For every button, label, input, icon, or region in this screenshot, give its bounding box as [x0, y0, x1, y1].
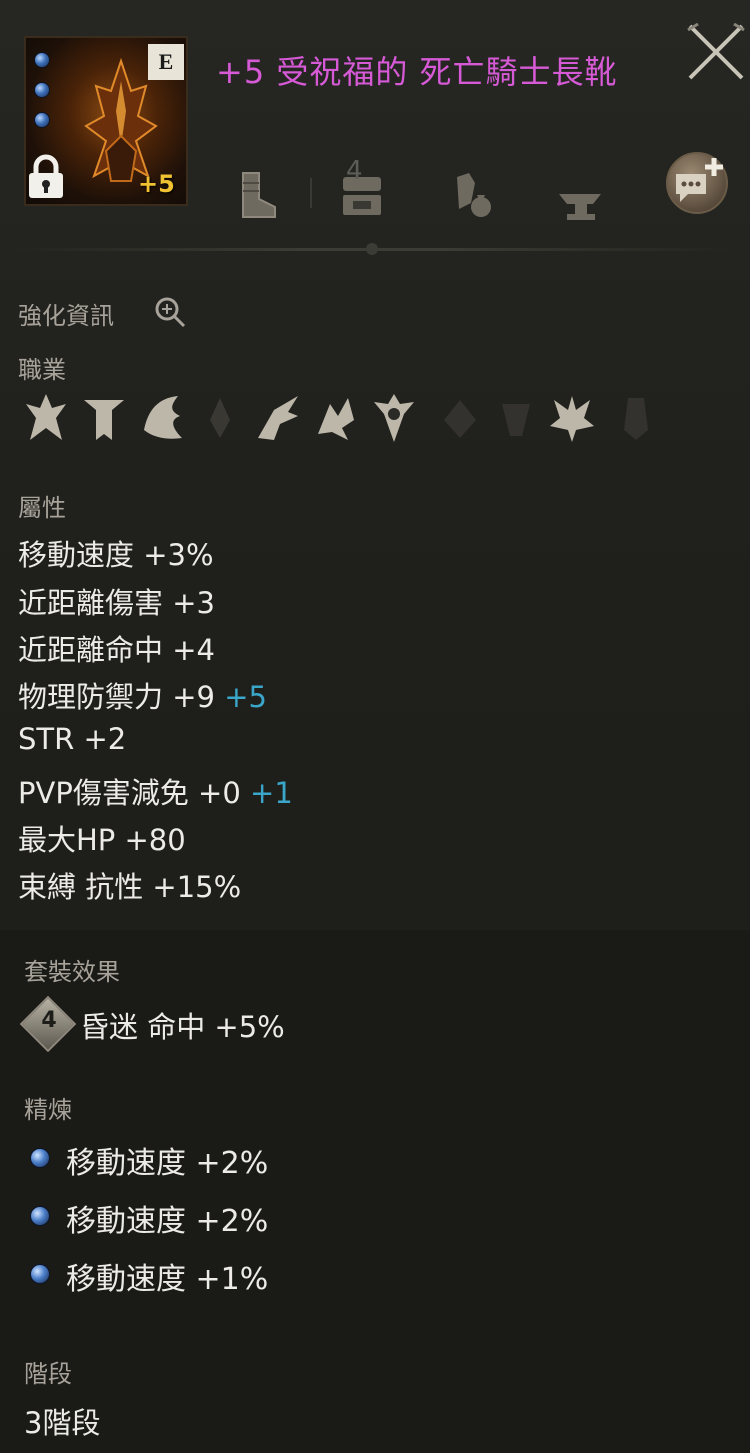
anvil-count: 4 [346, 156, 363, 186]
refine-gem-icon [30, 1148, 50, 1168]
attribute-line: PVP傷害減免 +0 +1 [18, 776, 293, 810]
toolbar-separator [310, 178, 312, 208]
chat-add-button[interactable] [666, 152, 728, 214]
attribute-line: 近距離命中 +4 [18, 633, 215, 667]
attribute-line: STR +2 [18, 722, 127, 756]
set-effect-title: 套裝效果 [24, 958, 120, 986]
refine-gem-icon [30, 1206, 50, 1226]
divider-dot [366, 243, 378, 255]
tier-title: 階段 [24, 1360, 72, 1388]
class-icon-row [22, 390, 662, 450]
set-effect-line: 昏迷 命中 +5% [80, 1010, 285, 1044]
class-icon-5 [258, 396, 298, 440]
lock-icon[interactable] [26, 154, 66, 200]
boots-button[interactable] [226, 160, 286, 230]
enhance-level: +5 [138, 170, 175, 198]
attribute-line: 物理防禦力 +9 +5 [18, 680, 267, 714]
class-icon-6 [318, 398, 354, 440]
socket-gem-icon [34, 82, 50, 98]
refine-line: 移動速度 +2% [66, 1146, 269, 1181]
attributes-title: 屬性 [18, 494, 66, 522]
class-icon-9 [502, 404, 530, 436]
class-icon-1 [26, 394, 66, 440]
close-icon[interactable] [684, 20, 748, 84]
class-title: 職業 [18, 356, 66, 384]
class-icon-2 [84, 400, 124, 440]
attribute-line: 移動速度 +3% [18, 538, 214, 572]
trade-button[interactable] [442, 160, 502, 230]
socket-gem-icon [34, 112, 50, 128]
attribute-line: 束縛 抗性 +15% [18, 870, 242, 904]
item-name: +5 受祝福的 死亡騎士長靴 [216, 53, 618, 91]
refine-line: 移動速度 +2% [66, 1204, 269, 1239]
anvil-button[interactable] [552, 160, 612, 230]
anvil-icon [559, 194, 601, 220]
refine-line: 移動速度 +1% [66, 1262, 269, 1297]
magnify-icon[interactable] [152, 294, 188, 330]
attribute-line: 最大HP +80 [18, 823, 186, 857]
socket-gem-icon [34, 52, 50, 68]
enhance-info-title: 強化資訊 [18, 302, 114, 330]
refine-gem-icon [30, 1264, 50, 1284]
class-icon-3 [144, 396, 182, 439]
class-icon-4 [210, 398, 230, 438]
class-icon-8 [444, 400, 476, 438]
set-count: 4 [41, 1008, 57, 1033]
class-icon-11 [624, 398, 648, 440]
class-icon-7 [374, 394, 414, 442]
hand-bag-icon [457, 173, 491, 217]
refine-title: 精煉 [24, 1096, 72, 1124]
class-icon-10 [550, 396, 594, 442]
grade-badge: E [148, 44, 184, 80]
boots-icon [242, 172, 276, 218]
tier-value: 3階段 [24, 1406, 101, 1440]
chat-plus-icon [676, 158, 723, 202]
item-tooltip-panel: E +5 +5 受祝福的 死亡騎士長靴 4 強化資訊 職業 屬性 移動速度 +3… [0, 0, 750, 1453]
attribute-line: 近距離傷害 +3 [18, 586, 215, 620]
